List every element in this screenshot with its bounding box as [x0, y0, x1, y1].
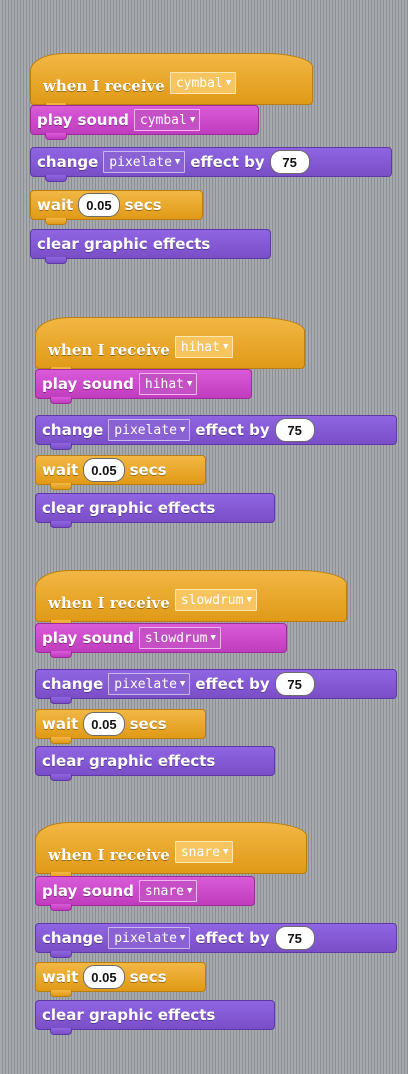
wait-label: wait: [37, 196, 74, 214]
secs-label: secs: [129, 968, 167, 986]
dropdown-triangle-icon: ▼: [210, 633, 216, 643]
effect-value: pixelate: [109, 154, 172, 170]
clear-graphic-effects-label: clear graphic effects: [37, 235, 211, 253]
message-dropdown[interactable]: snare ▼: [174, 841, 234, 863]
wait-seconds-input[interactable]: 0.05: [83, 965, 125, 989]
change-effect-block[interactable]: change pixelate ▼ effect by 75: [30, 147, 392, 182]
dropdown-triangle-icon: ▼: [179, 933, 186, 943]
scripts-area: when I receive cymbal ▼ play sound cymbal…: [0, 0, 408, 1074]
clear-graphic-effects-block[interactable]: clear graphic effects: [35, 493, 275, 528]
dropdown-triangle-icon: ▼: [189, 115, 196, 125]
effect-dropdown[interactable]: pixelate ▼: [108, 673, 191, 695]
play-sound-label: play sound: [42, 375, 134, 393]
dropdown-triangle-icon: ▼: [225, 78, 232, 88]
change-label: change: [42, 929, 104, 947]
message-value: hihat: [180, 339, 220, 355]
secs-label: secs: [129, 715, 167, 733]
clear-graphic-effects-block[interactable]: clear graphic effects: [35, 1000, 275, 1035]
sound-value: slowdrum: [144, 630, 208, 646]
message-dropdown[interactable]: cymbal ▼: [169, 72, 237, 94]
change-effect-block[interactable]: change pixelate ▼ effect by 75: [35, 923, 397, 958]
clear-graphic-effects-label: clear graphic effects: [42, 752, 216, 770]
change-label: change: [42, 675, 104, 693]
wait-seconds-input[interactable]: 0.05: [83, 712, 125, 736]
effect-dropdown[interactable]: pixelate ▼: [108, 927, 191, 949]
effect-by-label: effect by: [195, 675, 270, 693]
wait-seconds-input[interactable]: 0.05: [78, 193, 120, 217]
wait-label: wait: [42, 461, 79, 479]
when-i-receive-block[interactable]: when I receive hihat ▼: [35, 317, 305, 374]
message-dropdown[interactable]: slowdrum ▼: [174, 589, 257, 611]
play-sound-label: play sound: [42, 629, 134, 647]
when-i-receive-block[interactable]: when I receive snare ▼: [35, 822, 307, 879]
effect-value: pixelate: [114, 676, 177, 692]
change-effect-block[interactable]: change pixelate ▼ effect by 75: [35, 669, 397, 704]
wait-label: wait: [42, 968, 79, 986]
wait-label: wait: [42, 715, 79, 733]
play-sound-label: play sound: [42, 882, 134, 900]
sound-value: cymbal: [139, 112, 187, 128]
wait-block[interactable]: wait 0.05 secs: [30, 190, 203, 225]
effect-amount-input[interactable]: 75: [274, 926, 315, 950]
message-value: cymbal: [175, 75, 223, 91]
sound-dropdown[interactable]: cymbal ▼: [133, 109, 201, 131]
effect-by-label: effect by: [190, 153, 265, 171]
effect-amount-input[interactable]: 75: [269, 150, 310, 174]
effect-dropdown[interactable]: pixelate ▼: [103, 151, 186, 173]
effect-amount-input[interactable]: 75: [274, 418, 315, 442]
sound-value: hihat: [144, 376, 185, 392]
change-label: change: [37, 153, 99, 171]
sound-dropdown[interactable]: hihat ▼: [138, 373, 198, 395]
wait-block[interactable]: wait 0.05 secs: [35, 455, 206, 490]
message-value: slowdrum: [180, 592, 244, 608]
dropdown-triangle-icon: ▼: [222, 847, 229, 857]
dropdown-triangle-icon: ▼: [187, 886, 193, 896]
when-i-receive-block[interactable]: when I receive cymbal ▼: [30, 53, 313, 110]
dropdown-triangle-icon: ▼: [246, 595, 252, 605]
sound-dropdown[interactable]: snare ▼: [138, 880, 198, 902]
sound-dropdown[interactable]: slowdrum ▼: [138, 627, 221, 649]
message-value: snare: [180, 844, 220, 860]
when-i-receive-label: when I receive: [48, 341, 170, 359]
dropdown-triangle-icon: ▼: [174, 157, 181, 167]
secs-label: secs: [129, 461, 167, 479]
play-sound-block[interactable]: play sound cymbal ▼: [30, 105, 259, 140]
change-label: change: [42, 421, 104, 439]
clear-graphic-effects-block[interactable]: clear graphic effects: [35, 746, 275, 781]
effect-dropdown[interactable]: pixelate ▼: [108, 419, 191, 441]
dropdown-triangle-icon: ▼: [179, 679, 186, 689]
wait-block[interactable]: wait 0.05 secs: [35, 962, 206, 997]
dropdown-triangle-icon: ▼: [179, 425, 186, 435]
effect-amount-input[interactable]: 75: [274, 672, 315, 696]
change-effect-block[interactable]: change pixelate ▼ effect by 75: [35, 415, 397, 450]
when-i-receive-block[interactable]: when I receive slowdrum ▼: [35, 570, 347, 627]
message-dropdown[interactable]: hihat ▼: [174, 336, 234, 358]
dropdown-triangle-icon: ▼: [187, 379, 193, 389]
effect-by-label: effect by: [195, 929, 270, 947]
play-sound-block[interactable]: play sound slowdrum ▼: [35, 623, 287, 658]
when-i-receive-label: when I receive: [48, 846, 170, 864]
wait-block[interactable]: wait 0.05 secs: [35, 709, 206, 744]
play-sound-block[interactable]: play sound hihat ▼: [35, 369, 252, 404]
dropdown-triangle-icon: ▼: [222, 342, 229, 352]
clear-graphic-effects-label: clear graphic effects: [42, 1006, 216, 1024]
clear-graphic-effects-block[interactable]: clear graphic effects: [30, 229, 271, 264]
effect-value: pixelate: [114, 930, 177, 946]
secs-label: secs: [124, 196, 162, 214]
play-sound-label: play sound: [37, 111, 129, 129]
wait-seconds-input[interactable]: 0.05: [83, 458, 125, 482]
play-sound-block[interactable]: play sound snare ▼: [35, 876, 255, 911]
sound-value: snare: [144, 883, 185, 899]
clear-graphic-effects-label: clear graphic effects: [42, 499, 216, 517]
effect-value: pixelate: [114, 422, 177, 438]
effect-by-label: effect by: [195, 421, 270, 439]
when-i-receive-label: when I receive: [48, 594, 170, 612]
when-i-receive-label: when I receive: [43, 77, 165, 95]
